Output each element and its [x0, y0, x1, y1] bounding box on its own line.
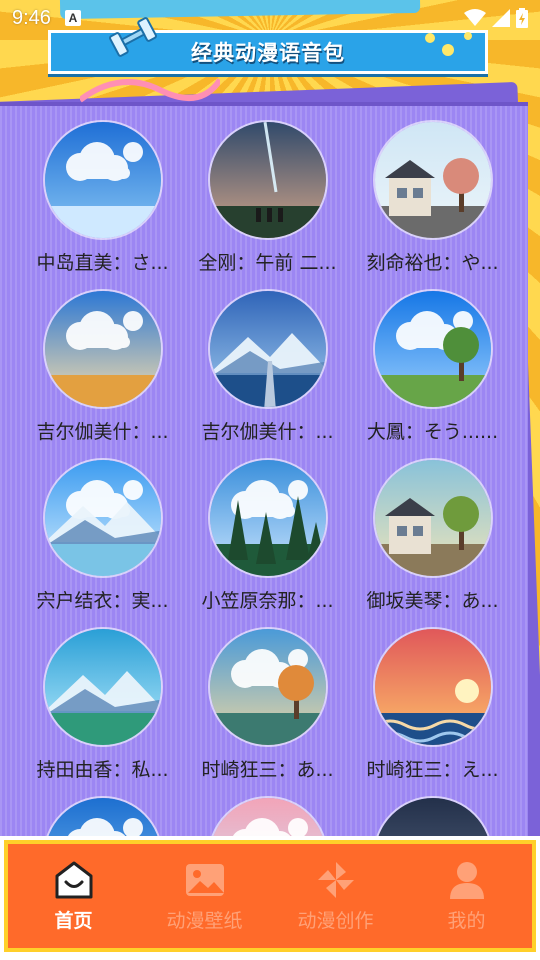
voice-pack-thumbnail [207, 289, 328, 409]
nav-label-home: 首页 [54, 909, 93, 932]
voice-pack-item[interactable]: 全刚：午前 二... [185, 120, 350, 275]
voice-pack-item[interactable]: 吉尔伽美什：... [185, 289, 350, 444]
voice-pack-grid: 中岛直美：さ... 全刚：午前 二... 刻命裕也：や... 吉尔伽美什：...… [20, 120, 520, 924]
status-icons [464, 8, 528, 28]
voice-pack-item[interactable]: 吉尔伽美什：... [20, 289, 185, 444]
nav-label-create: 动漫创作 [297, 909, 374, 932]
voice-pack-label: 刻命裕也：や... [366, 252, 499, 274]
voice-pack-item[interactable]: 时崎狂三：あ... [185, 627, 350, 782]
wifi-icon [464, 9, 486, 26]
nav-item-wallpaper[interactable]: 动漫壁纸 [139, 844, 270, 948]
status-time: 9:46 [12, 6, 51, 29]
pink-ribbon-decoration [80, 78, 220, 103]
voice-pack-item[interactable]: 宍户结衣：実... [20, 458, 185, 613]
voice-pack-thumbnail [372, 627, 493, 747]
voice-pack-thumbnail [42, 458, 163, 578]
bottom-nav-container: 首页 动漫壁纸 动漫创作 我的 [0, 836, 540, 960]
voice-pack-label: 吉尔伽美什：... [36, 421, 169, 443]
home-icon [55, 861, 92, 898]
voice-pack-item[interactable]: 小笠原奈那：... [185, 458, 350, 613]
voice-pack-label: 中岛直美：さ... [36, 252, 169, 274]
user-icon [449, 861, 484, 899]
voice-pack-label: 小笠原奈那：... [201, 590, 334, 612]
voice-pack-thumbnail [42, 120, 163, 240]
page-title: 经典动漫语音包 [191, 41, 345, 65]
nav-item-create[interactable]: 动漫创作 [270, 844, 401, 948]
voice-pack-label: 大鳳：そう...... [366, 421, 499, 443]
gesture-bar [0, 952, 540, 960]
voice-pack-label: 全刚：午前 二... [198, 252, 337, 274]
voice-pack-thumbnail [207, 120, 328, 240]
voice-pack-label: 御坂美琴：あ... [366, 590, 499, 612]
voice-pack-thumbnail [42, 627, 163, 747]
battery-icon [516, 8, 528, 28]
voice-pack-item[interactable]: 中岛直美：さ... [20, 120, 185, 275]
status-bar: 9:46 A [0, 0, 540, 36]
voice-pack-item[interactable]: 刻命裕也：や... [350, 120, 515, 275]
image-icon [185, 863, 224, 896]
voice-pack-label: 持田由香：私... [36, 759, 169, 781]
nav-label-profile: 我的 [447, 909, 486, 932]
voice-pack-label: 吉尔伽美什：... [201, 421, 334, 443]
voice-pack-thumbnail [372, 289, 493, 409]
voice-pack-thumbnail [42, 289, 163, 409]
signal-icon [492, 9, 510, 27]
voice-pack-card: 中岛直美：さ... 全刚：午前 二... 刻命裕也：や... 吉尔伽美什：...… [0, 102, 528, 916]
voice-pack-item[interactable]: 持田由香：私... [20, 627, 185, 782]
voice-pack-thumbnail [372, 458, 493, 578]
voice-pack-thumbnail [207, 627, 328, 747]
nav-label-wallpaper: 动漫壁纸 [166, 909, 243, 932]
pinwheel-icon [317, 861, 354, 898]
voice-pack-item[interactable]: 御坂美琴：あ... [350, 458, 515, 613]
bottom-nav: 首页 动漫壁纸 动漫创作 我的 [4, 840, 536, 952]
nav-item-profile[interactable]: 我的 [401, 844, 532, 948]
voice-pack-label: 时崎狂三：あ... [201, 759, 334, 781]
voice-pack-item[interactable]: 大鳳：そう...... [350, 289, 515, 444]
nav-item-home[interactable]: 首页 [8, 844, 139, 948]
notification-badge-icon: A [64, 10, 81, 26]
voice-pack-thumbnail [207, 458, 328, 578]
voice-pack-thumbnail [372, 120, 493, 240]
voice-pack-label: 时崎狂三：え... [366, 759, 499, 781]
voice-pack-label: 宍户结衣：実... [36, 590, 169, 612]
voice-pack-item[interactable]: 时崎狂三：え... [350, 627, 515, 782]
